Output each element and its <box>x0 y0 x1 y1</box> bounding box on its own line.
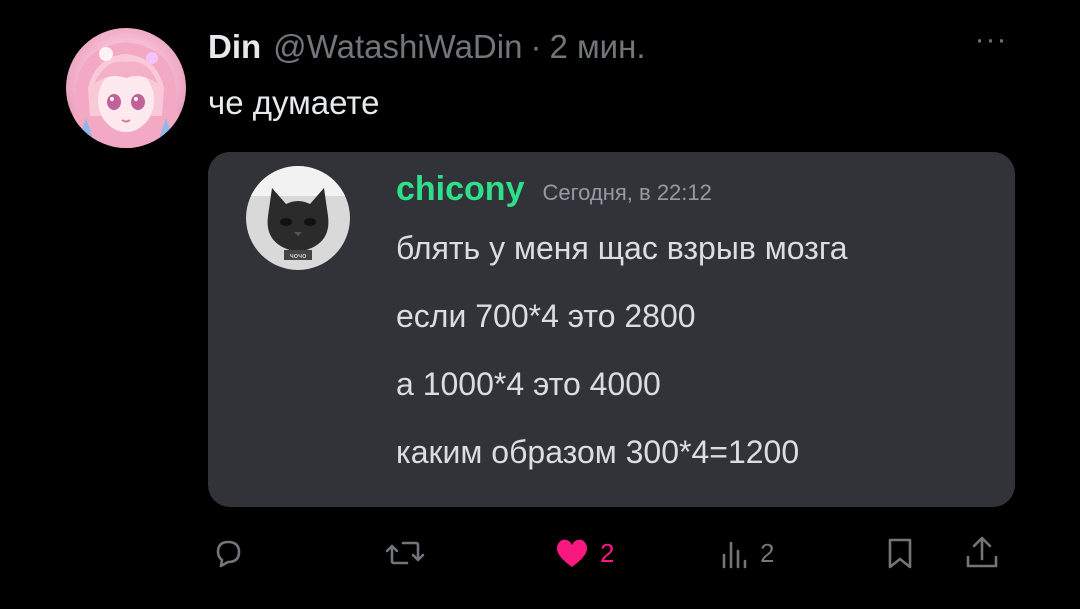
embed-message-header: chicony Сегодня, в 22:12 <box>396 170 712 209</box>
separator-dot: · <box>530 28 542 65</box>
bookmark-icon <box>888 538 912 569</box>
retweet-button[interactable] <box>385 528 425 578</box>
embed-timestamp: Сегодня, в 22:12 <box>542 180 712 205</box>
anime-avatar-image <box>70 42 182 148</box>
like-count: 2 <box>600 537 615 568</box>
svg-text:чочо: чочо <box>290 252 307 260</box>
tweet-time[interactable]: 2 мин. <box>549 28 645 66</box>
cat-avatar-image: чочо <box>246 166 350 270</box>
embedded-screenshot[interactable]: чочо chicony Сегодня, в 22:12 блять у ме… <box>208 152 1015 507</box>
bookmark-button[interactable] <box>884 528 916 578</box>
reply-button[interactable] <box>210 528 246 578</box>
tweet-text: че думаете <box>208 84 380 121</box>
embed-avatar: чочо <box>246 166 350 270</box>
tweet-header: Din @WatashiWaDin · 2 мин. <box>208 28 646 68</box>
user-handle[interactable]: @WatashiWaDin <box>273 28 522 66</box>
tweet-actions-bar: 2 2 <box>0 528 1080 578</box>
views-button[interactable]: 2 <box>718 528 774 578</box>
embed-username[interactable]: chicony <box>396 170 524 209</box>
embed-message-line: а 1000*4 это 4000 <box>396 366 661 402</box>
views-count: 2 <box>760 537 775 568</box>
avatar[interactable] <box>66 28 186 148</box>
display-name[interactable]: Din <box>208 28 261 66</box>
share-icon <box>966 536 998 568</box>
embed-message-line: если 700*4 это 2800 <box>396 298 696 334</box>
embed-message-line: каким образом 300*4=1200 <box>396 434 800 470</box>
views-icon <box>722 541 747 569</box>
embed-message-line: блять у меня щас взрыв мозга <box>396 230 848 266</box>
more-options-icon[interactable]: ··· <box>968 25 1014 60</box>
tweet[interactable]: Din @WatashiWaDin · 2 мин. ··· че думает… <box>0 0 1080 609</box>
share-button[interactable] <box>962 528 1002 578</box>
retweet-icon <box>385 541 425 565</box>
reply-icon <box>216 540 241 568</box>
heart-icon <box>556 539 588 567</box>
like-button[interactable]: 2 <box>552 528 614 578</box>
